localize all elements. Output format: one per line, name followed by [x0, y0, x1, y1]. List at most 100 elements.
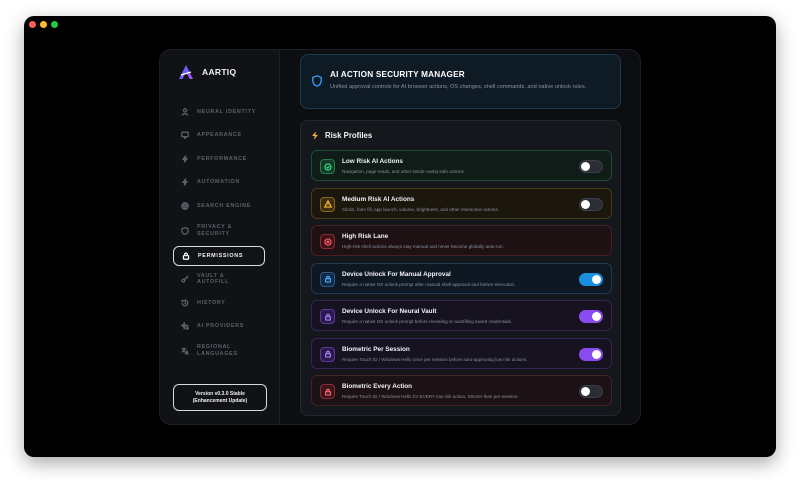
- warning-icon: [320, 196, 335, 212]
- risk-row-title: Device Unlock For Neural Vault: [342, 308, 437, 315]
- sidebar-item-label-line2: LANGUAGES: [197, 351, 238, 357]
- section-title: Risk Profiles: [325, 131, 373, 140]
- device-unlock-vault-toggle[interactable]: [579, 310, 603, 323]
- bolt-icon: [312, 131, 318, 140]
- toggle-knob: [581, 199, 590, 209]
- lock-icon: [320, 346, 335, 362]
- toggle-knob: [592, 312, 601, 321]
- bolt-icon: [181, 155, 189, 163]
- sidebar-item-regional-languages[interactable]: REGIONAL LANGUAGES: [173, 338, 265, 364]
- monitor-icon: [181, 131, 189, 140]
- sidebar-item-label: PRIVACY & SECURITY: [197, 224, 232, 238]
- check-circle-icon: [320, 159, 335, 174]
- toggle-knob: [581, 162, 590, 171]
- sidebar-item-label-line2: SECURITY: [197, 230, 230, 237]
- risk-row-desc: Require a native OS unlock prompt after …: [342, 281, 516, 287]
- risk-profiles-card: Risk Profiles Low Risk AI Actions Naviga…: [300, 120, 621, 416]
- app-window: AARTIQ NEURAL IDENTITY APPEARANCE PERFOR…: [24, 16, 776, 457]
- medium-risk-toggle[interactable]: [579, 197, 603, 211]
- globe-icon: [181, 201, 189, 210]
- user-icon: [181, 107, 189, 116]
- risk-row-title: Biometric Every Action: [342, 383, 413, 390]
- sidebar-item-label-line1: REGIONAL: [197, 344, 232, 350]
- close-window-button[interactable]: [29, 21, 36, 28]
- biometric-session-toggle[interactable]: [579, 347, 603, 361]
- sidebar-item-label: VAULT & AUTOFILL: [197, 273, 230, 286]
- x-circle-icon: [320, 234, 335, 249]
- sidebar-item-label: PERMISSIONS: [198, 252, 244, 259]
- page-title: AI ACTION SECURITY MANAGER: [330, 70, 465, 79]
- minimize-window-button[interactable]: [40, 21, 47, 28]
- risk-row-desc: Require Touch ID / Windows Hello for EVE…: [342, 394, 519, 399]
- sidebar-item-label: SEARCH ENGINE: [197, 202, 252, 209]
- main-content: AI ACTION SECURITY MANAGER Unified appro…: [281, 50, 640, 424]
- toggle-knob: [581, 387, 590, 396]
- sidebar-item-neural-identity[interactable]: NEURAL IDENTITY: [173, 100, 265, 124]
- toggle-knob: [592, 349, 601, 359]
- lock-icon: [320, 271, 335, 287]
- risk-row-device-unlock-manual: Device Unlock For Manual Approval Requir…: [311, 262, 612, 294]
- risk-row-title: Device Unlock For Manual Approval: [342, 270, 451, 278]
- sidebar-item-label: NEURAL IDENTITY: [197, 108, 256, 115]
- risk-row-title: Biometric Per Session: [342, 345, 410, 353]
- risk-profiles-header: Risk Profiles: [311, 131, 372, 140]
- sidebar-item-permissions[interactable]: PERMISSIONS: [173, 245, 265, 266]
- history-icon: [181, 299, 189, 307]
- brand-name: AARTIQ: [202, 67, 237, 77]
- lock-icon: [320, 309, 335, 324]
- sidebar-item-label: APPEARANCE: [197, 132, 242, 139]
- sidebar-item-label: PERFORMANCE: [197, 155, 247, 162]
- sidebar: AARTIQ NEURAL IDENTITY APPEARANCE PERFOR…: [160, 50, 280, 424]
- version-line2: (Enhancement Update): [192, 397, 248, 404]
- risk-row-desc: Navigation, page reads, and other inside…: [342, 169, 466, 174]
- risk-row-high: High Risk Lane High-risk shell actions a…: [311, 225, 612, 256]
- sidebar-item-label: AI PROVIDERS: [197, 323, 245, 330]
- risk-row-biometric-session: Biometric Per Session Require Touch ID /…: [311, 337, 612, 369]
- sidebar-nav: NEURAL IDENTITY APPEARANCE PERFORMANCE A…: [173, 100, 265, 364]
- sidebar-item-ai-providers[interactable]: AI PROVIDERS: [173, 315, 265, 339]
- risk-row-title: Low Risk AI Actions: [342, 158, 403, 165]
- brand-logo-icon: [179, 65, 193, 79]
- risk-row-desc: High-risk shell actions always stay manu…: [342, 244, 504, 249]
- sidebar-item-label: REGIONAL LANGUAGES: [197, 344, 238, 358]
- maximize-window-button[interactable]: [51, 21, 58, 28]
- translate-icon: [181, 347, 189, 355]
- header-card: AI ACTION SECURITY MANAGER Unified appro…: [300, 54, 621, 109]
- settings-panel: AARTIQ NEURAL IDENTITY APPEARANCE PERFOR…: [159, 49, 641, 425]
- risk-row-device-unlock-vault: Device Unlock For Neural Vault Require a…: [311, 300, 612, 331]
- page-subtitle: Unified approval controls for AI browser…: [330, 84, 587, 90]
- risk-row-desc: Clicks, form fill, app launch, volume, b…: [342, 206, 500, 212]
- risk-profile-list: Low Risk AI Actions Navigation, page rea…: [311, 150, 612, 413]
- key-icon: [181, 275, 189, 283]
- lock-icon: [320, 384, 335, 399]
- risk-row-desc: Require a native OS unlock prompt before…: [342, 319, 513, 324]
- risk-row-low: Low Risk AI Actions Navigation, page rea…: [311, 150, 612, 181]
- sidebar-item-label: HISTORY: [197, 299, 226, 306]
- sidebar-item-search-engine[interactable]: SEARCH ENGINE: [173, 194, 265, 218]
- bolt-icon: [181, 178, 189, 186]
- toggle-knob: [592, 274, 601, 284]
- sidebar-item-performance[interactable]: PERFORMANCE: [173, 147, 265, 171]
- sidebar-item-history[interactable]: HISTORY: [173, 291, 265, 315]
- version-badge[interactable]: Version v0.3.0 Stable (Enhancement Updat…: [173, 384, 267, 411]
- brand: AARTIQ: [178, 64, 236, 80]
- sidebar-item-appearance[interactable]: APPEARANCE: [173, 124, 265, 148]
- sidebar-item-automation[interactable]: AUTOMATION: [173, 171, 265, 195]
- lock-icon: [182, 252, 190, 260]
- sidebar-item-vault-autofill[interactable]: VAULT & AUTOFILL: [173, 268, 265, 292]
- low-risk-toggle[interactable]: [579, 160, 603, 173]
- window-controls: [29, 21, 58, 28]
- sidebar-item-label: AUTOMATION: [197, 179, 241, 186]
- biometric-every-toggle[interactable]: [579, 385, 603, 398]
- shield-icon: [312, 75, 322, 87]
- sparkles-icon: [181, 322, 189, 331]
- sidebar-item-privacy-security[interactable]: PRIVACY & SECURITY: [173, 218, 265, 244]
- risk-row-medium: Medium Risk AI Actions Clicks, form fill…: [311, 187, 612, 219]
- version-line1: Version v0.3.0 Stable: [195, 390, 245, 397]
- risk-row-title: Medium Risk AI Actions: [342, 195, 415, 203]
- sidebar-item-label-line1: PRIVACY &: [197, 223, 233, 230]
- risk-row-biometric-every: Biometric Every Action Require Touch ID …: [311, 375, 612, 406]
- risk-row-title: High Risk Lane: [342, 233, 389, 240]
- risk-row-desc: Require Touch ID / Windows Hello once pe…: [342, 356, 528, 362]
- device-unlock-manual-toggle[interactable]: [579, 272, 603, 286]
